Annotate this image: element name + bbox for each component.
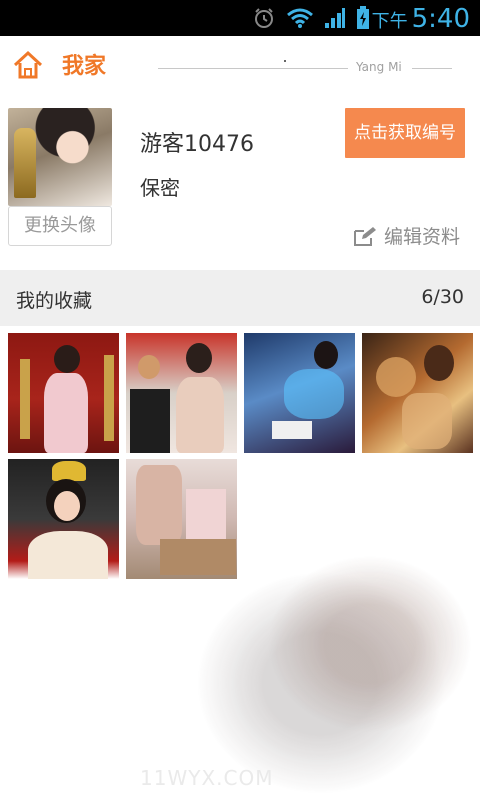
- header-dot: [284, 60, 286, 62]
- app-header: 我家 Yang Mi: [0, 36, 480, 94]
- alarm-icon: [255, 8, 273, 28]
- signal-icon: [325, 8, 345, 28]
- wifi-icon: [287, 8, 313, 28]
- status-clock: 下午 5:40: [372, 4, 470, 34]
- edit-profile-button[interactable]: 编辑资料: [354, 222, 460, 249]
- favorites-title: 我的收藏: [16, 290, 93, 312]
- watermark: 11WYX.COM: [140, 766, 274, 790]
- status-bar: 下午 5:40: [0, 0, 480, 36]
- background-photo: [190, 540, 480, 800]
- favorite-thumbnail-2[interactable]: [126, 333, 237, 453]
- avatar[interactable]: [8, 108, 112, 206]
- header-subtitle: Yang Mi: [356, 60, 402, 74]
- change-avatar-button[interactable]: 更换头像: [8, 206, 112, 246]
- battery-charging-icon: [357, 6, 369, 29]
- favorites-header: 我的收藏 6/30: [0, 270, 480, 326]
- page-title: 我家: [62, 54, 107, 79]
- edit-icon: [354, 226, 376, 246]
- favorite-thumbnail-5[interactable]: [8, 459, 119, 579]
- favorites-count: 6/30: [421, 286, 464, 308]
- gender: 保密: [140, 176, 180, 200]
- status-ampm: 下午: [371, 11, 408, 32]
- get-id-button[interactable]: 点击获取编号: [345, 108, 465, 158]
- avatar-trophy-image: [14, 128, 36, 198]
- home-icon[interactable]: [12, 50, 44, 80]
- header-divider-left: [158, 68, 348, 69]
- header-divider-right: [412, 68, 452, 69]
- username: 游客10476: [140, 132, 254, 157]
- favorite-thumbnail-1[interactable]: [8, 333, 119, 453]
- status-time: 5:40: [411, 4, 470, 34]
- favorite-thumbnail-4[interactable]: [362, 333, 473, 453]
- edit-profile-label: 编辑资料: [384, 226, 461, 248]
- favorite-thumbnail-3[interactable]: [244, 333, 355, 453]
- status-icons: [252, 6, 370, 30]
